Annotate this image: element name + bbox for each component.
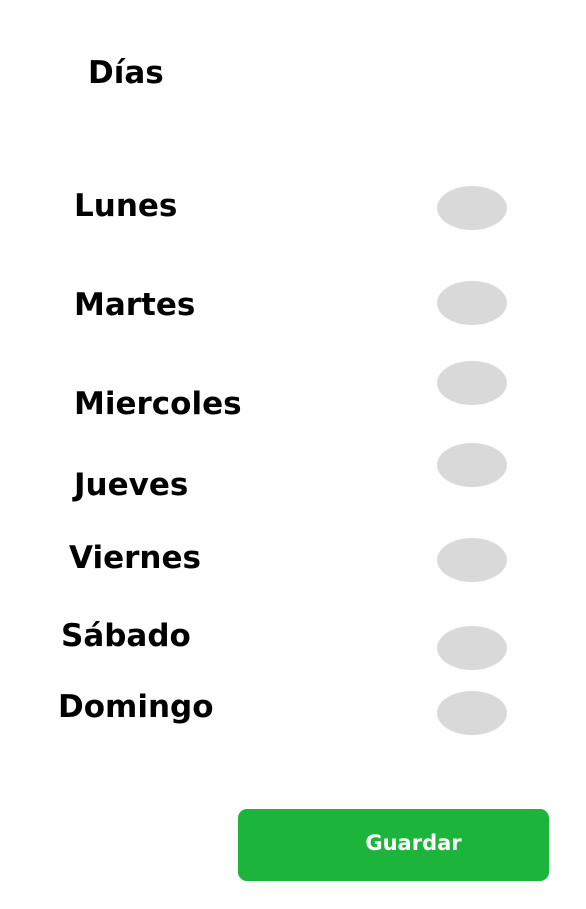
day-label-domingo: Domingo [58,689,214,725]
day-label-miercoles: Miercoles [74,386,242,422]
toggle-lunes[interactable] [437,186,507,230]
toggle-viernes[interactable] [437,538,507,582]
toggle-jueves[interactable] [437,443,507,487]
day-label-lunes: Lunes [74,188,178,224]
toggle-martes[interactable] [437,281,507,325]
toggle-domingo[interactable] [437,691,507,735]
day-label-viernes: Viernes [69,540,201,576]
page-title: Días [88,55,164,91]
toggle-sabado[interactable] [437,626,507,670]
day-label-martes: Martes [74,287,196,323]
day-label-jueves: Jueves [74,467,189,503]
day-label-sabado: Sábado [61,618,191,654]
toggle-miercoles[interactable] [437,361,507,405]
save-button[interactable]: Guardar [238,809,549,881]
